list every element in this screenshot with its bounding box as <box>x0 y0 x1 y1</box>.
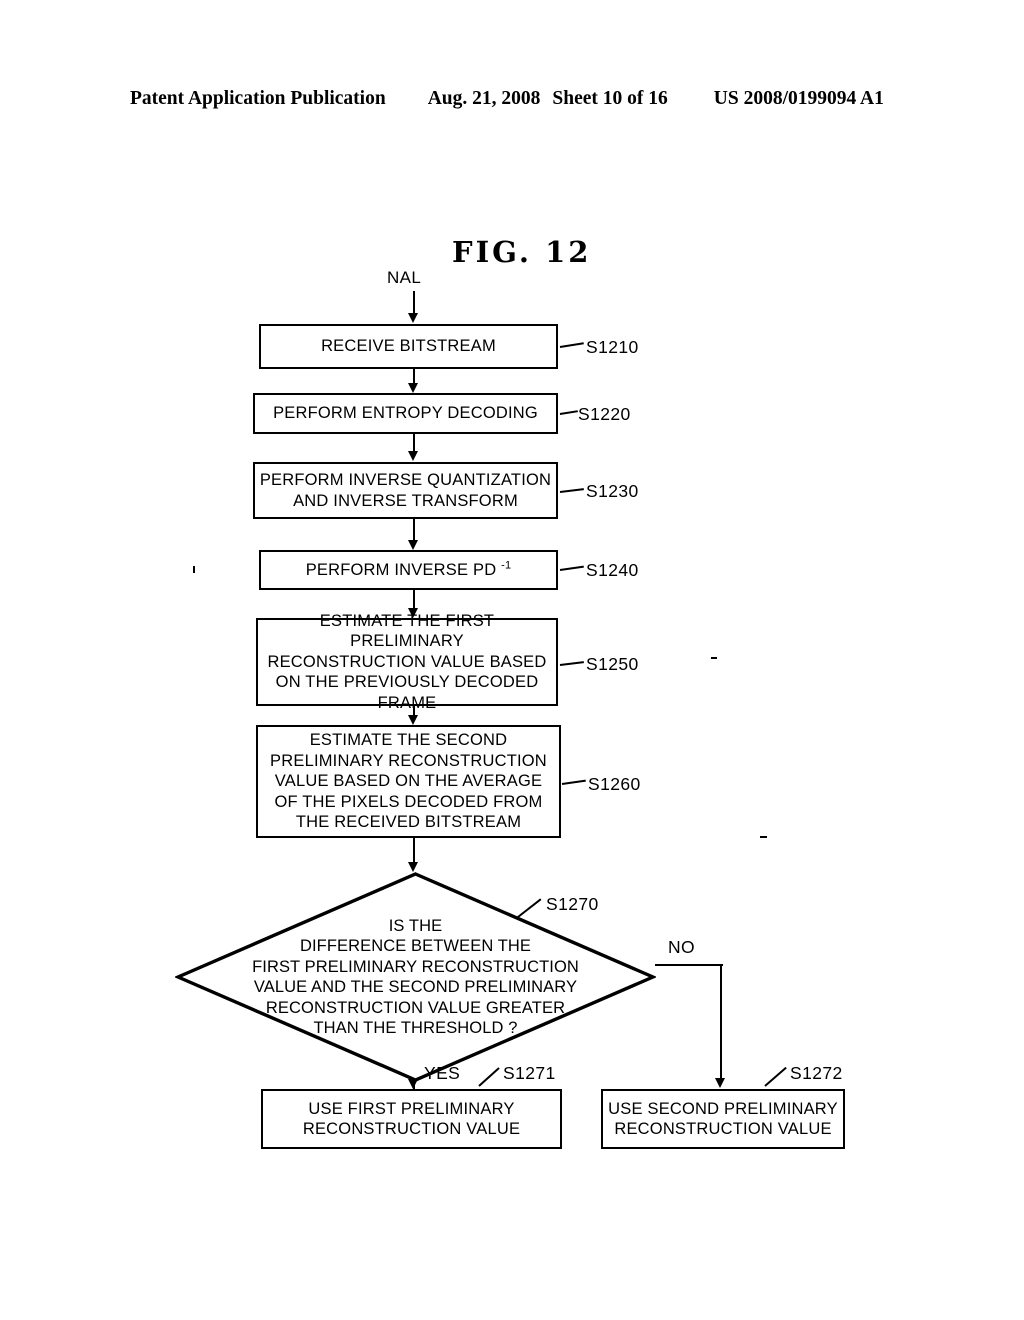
process-box-s1271-text: USE FIRST PRELIMINARY RECONSTRUCTION VAL… <box>302 1099 521 1139</box>
process-box-s1272: USE SECOND PRELIMINARY RECONSTRUCTION VA… <box>601 1089 845 1149</box>
connector-no-horizontal <box>655 964 723 967</box>
process-box-s1250-text: ESTIMATE THE FIRST PRELIMINARY RECONSTRU… <box>267 611 547 712</box>
scan-speck <box>760 836 767 838</box>
arrowhead-s1250-to-s1260 <box>408 715 418 725</box>
step-ref-s1240: S1240 <box>586 560 639 580</box>
scan-speck <box>711 657 717 659</box>
step-ref-s1271: S1271 <box>503 1063 556 1083</box>
process-box-s1240-label: PERFORM INVERSE PD <box>305 560 502 579</box>
process-box-s1220-text: PERFORM ENTROPY DECODING <box>273 404 538 423</box>
process-box-s1240-text: PERFORM INVERSE PD -1 <box>306 560 512 581</box>
connector-nal-to-s1210 <box>413 291 416 315</box>
step-ref-s1270: S1270 <box>546 894 599 914</box>
leader-line-s1230 <box>559 488 584 494</box>
step-ref-s1210: S1210 <box>586 337 639 357</box>
step-ref-s1272: S1272 <box>790 1063 843 1083</box>
figure-title: FIG. 12 <box>452 235 592 269</box>
header-publication-text: Patent Application Publication <box>130 88 386 109</box>
leader-line-s1240 <box>559 565 584 572</box>
process-box-s1240: PERFORM INVERSE PD -1 <box>259 550 558 590</box>
step-ref-s1230: S1230 <box>586 481 639 501</box>
process-box-s1210-text: RECEIVE BITSTREAM <box>321 337 496 356</box>
connector-s1240-to-s1250 <box>413 590 416 609</box>
arrowhead-s1230-to-s1240 <box>408 540 418 550</box>
leader-line-s1210 <box>559 342 584 349</box>
process-box-s1210: RECEIVE BITSTREAM <box>259 324 558 369</box>
page-running-header: Patent Application Publication Aug. 21, … <box>130 88 894 114</box>
step-ref-s1220: S1220 <box>578 404 631 424</box>
leader-line-s1272 <box>764 1066 787 1087</box>
leader-line-s1250 <box>559 661 584 667</box>
process-box-s1220: PERFORM ENTROPY DECODING <box>253 393 558 434</box>
connector-s1220-to-s1230 <box>413 434 416 452</box>
branch-label-no: NO <box>668 937 696 957</box>
connector-s1260-to-decision <box>413 838 416 863</box>
step-ref-s1260: S1260 <box>588 774 641 794</box>
process-box-s1230-text: PERFORM INVERSE QUANTIZATION AND INVERSE… <box>259 471 552 510</box>
step-ref-s1250: S1250 <box>586 654 639 674</box>
scan-speck <box>193 566 195 573</box>
leader-line-s1260 <box>561 779 586 786</box>
process-box-s1260: ESTIMATE THE SECOND PRELIMINARY RECONSTR… <box>256 725 561 838</box>
process-box-s1272-text: USE SECOND PRELIMINARY RECONSTRUCTION VA… <box>608 1099 838 1139</box>
header-date-text: Aug. 21, 2008 <box>427 88 541 109</box>
header-sheet-text: Sheet 10 of 16 <box>552 88 668 109</box>
process-box-s1260-text: ESTIMATE THE SECOND PRELIMINARY RECONSTR… <box>270 731 547 832</box>
flow-entry-label-nal: NAL <box>387 268 422 287</box>
arrowhead-no-to-s1272 <box>715 1078 725 1088</box>
arrowhead-s1220-to-s1230 <box>408 451 418 461</box>
arrowhead-nal-to-s1210 <box>408 313 418 323</box>
arrowhead-s1210-to-s1220 <box>408 383 418 393</box>
process-box-s1230: PERFORM INVERSE QUANTIZATION AND INVERSE… <box>253 462 558 519</box>
connector-no-vertical <box>720 964 723 1080</box>
process-box-s1271: USE FIRST PRELIMINARY RECONSTRUCTION VAL… <box>261 1089 562 1149</box>
arrowhead-yes-to-s1271 <box>408 1079 418 1089</box>
leader-line-s1220 <box>559 410 578 416</box>
process-box-s1250: ESTIMATE THE FIRST PRELIMINARY RECONSTRU… <box>256 612 558 712</box>
branch-label-yes: YES <box>424 1063 461 1083</box>
connector-s1230-to-s1240 <box>413 519 416 541</box>
header-patent-number: US 2008/0199094 A1 <box>713 88 884 109</box>
process-box-s1240-superscript: -1 <box>501 559 512 572</box>
